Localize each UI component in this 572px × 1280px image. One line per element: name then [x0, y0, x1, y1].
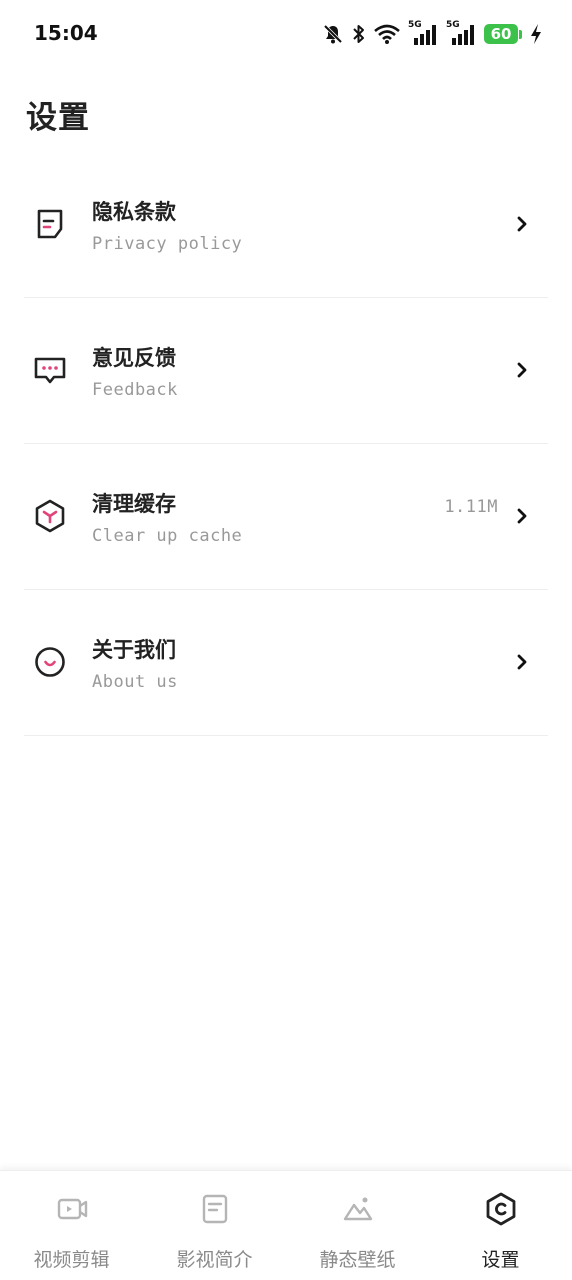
bottom-tab-bar: 视频剪辑 影视简介 静态壁纸 设置	[0, 1170, 572, 1280]
charging-bolt-icon	[530, 23, 542, 45]
chevron-right-icon	[516, 507, 528, 525]
bluetooth-icon	[352, 23, 366, 45]
wallpaper-icon	[340, 1191, 376, 1227]
cache-size: 1.11M	[444, 497, 498, 517]
battery-icon: 60	[484, 24, 522, 44]
box-icon	[32, 498, 68, 534]
settings-item-feedback[interactable]: 意见反馈 Feedback	[24, 298, 548, 444]
mute-bell-icon	[322, 23, 344, 45]
status-bar: 15:04 5G 5G 60	[0, 0, 572, 68]
tab-film-info[interactable]: 影视简介	[143, 1171, 286, 1280]
item-subtitle: Privacy policy	[92, 234, 243, 254]
tab-video-edit[interactable]: 视频剪辑	[0, 1171, 143, 1280]
wifi-icon	[374, 24, 400, 44]
tab-label: 影视简介	[176, 1249, 253, 1271]
item-title: 意见反馈	[92, 346, 176, 370]
item-subtitle: Feedback	[92, 380, 178, 400]
item-subtitle: About us	[92, 672, 178, 692]
settings-item-privacy[interactable]: 隐私条款 Privacy policy	[24, 152, 548, 298]
tab-label: 设置	[481, 1249, 520, 1271]
tab-label: 视频剪辑	[33, 1249, 110, 1271]
chevron-right-icon	[516, 361, 528, 379]
item-title: 关于我们	[92, 638, 176, 662]
settings-list: 隐私条款 Privacy policy 意见反馈 Feedback 清理缓存 C…	[24, 152, 548, 736]
signal-5g-icon: 5G	[446, 20, 476, 46]
battery-level: 60	[484, 24, 518, 44]
chevron-right-icon	[516, 215, 528, 233]
page-title: 设置	[26, 100, 90, 136]
smile-icon	[32, 644, 68, 680]
item-title: 隐私条款	[92, 200, 176, 224]
status-time: 15:04	[34, 21, 98, 45]
status-icons: 5G 5G 60	[322, 20, 542, 48]
chevron-right-icon	[516, 653, 528, 671]
chat-bubble-icon	[32, 352, 68, 388]
signal-5g-icon: 5G	[408, 20, 438, 46]
tab-settings[interactable]: 设置	[429, 1171, 572, 1280]
film-info-icon	[197, 1191, 233, 1227]
settings-item-clear-cache[interactable]: 清理缓存 Clear up cache 1.11M	[24, 444, 548, 590]
settings-hex-icon	[483, 1191, 519, 1227]
video-edit-icon	[54, 1191, 90, 1227]
settings-item-about[interactable]: 关于我们 About us	[24, 590, 548, 736]
item-subtitle: Clear up cache	[92, 526, 243, 546]
item-title: 清理缓存	[92, 492, 176, 516]
tab-wallpaper[interactable]: 静态壁纸	[286, 1171, 429, 1280]
document-icon	[32, 206, 68, 242]
tab-label: 静态壁纸	[319, 1249, 396, 1271]
